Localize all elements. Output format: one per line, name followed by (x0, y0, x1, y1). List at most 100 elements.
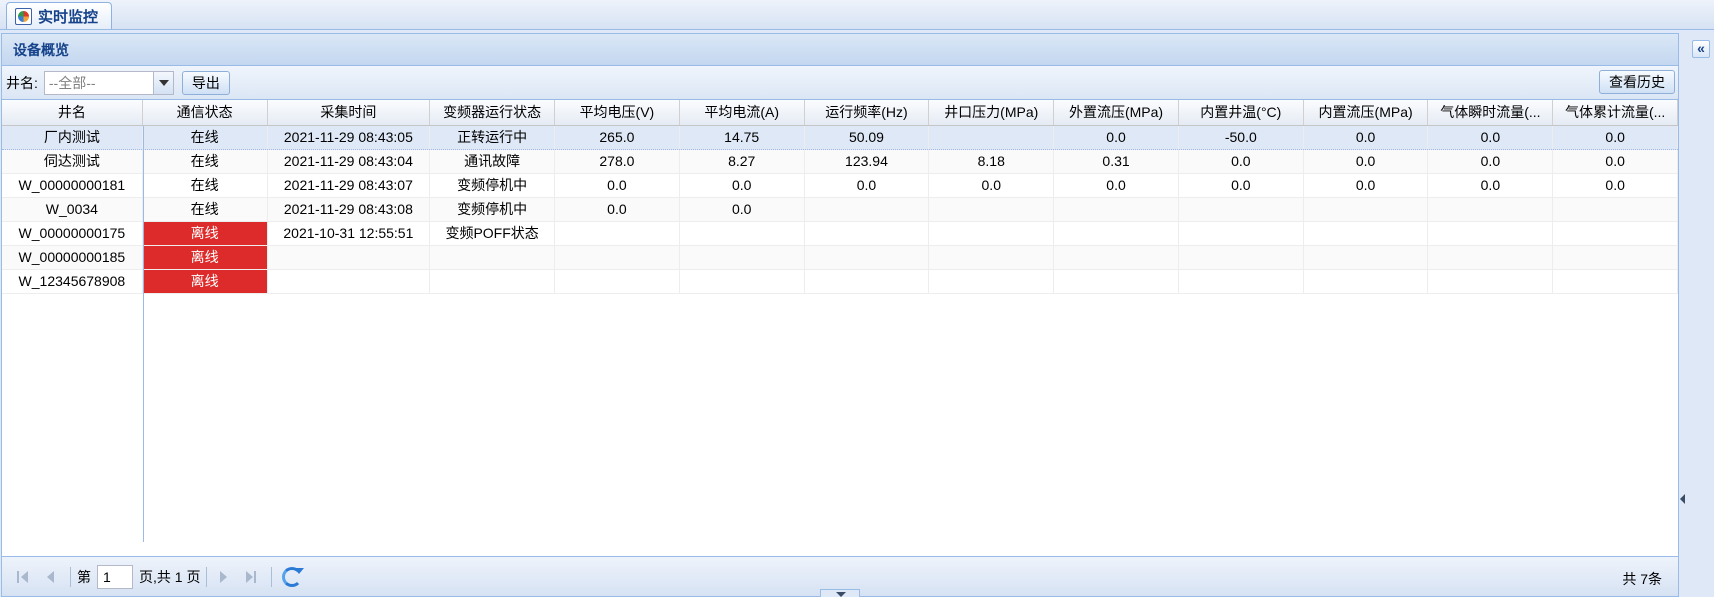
last-page-icon[interactable] (239, 566, 261, 588)
table-cell (1054, 246, 1179, 269)
table-cell: 0.0 (1179, 174, 1304, 197)
table-cell: 0.0 (1428, 126, 1554, 149)
table-cell (1054, 198, 1179, 221)
refresh-icon[interactable] (282, 566, 305, 587)
side-splitter[interactable] (1679, 33, 1685, 597)
table-cell: 0.0 (1179, 150, 1304, 173)
tab-strip: 实时监控 (0, 0, 1714, 30)
table-cell (1428, 198, 1554, 221)
table-cell: 2021-11-29 08:43:04 (268, 150, 431, 173)
bottom-collapse-icon[interactable] (820, 589, 860, 597)
table-row[interactable]: W_00000000175 离线 2021-10-31 12:55:51 变频POFF… (2, 222, 1678, 246)
monitor-icon (15, 7, 32, 25)
prev-page-icon[interactable] (38, 566, 60, 588)
table-cell: 0.0 (1304, 150, 1429, 173)
table-cell (1428, 246, 1554, 269)
table-cell (1428, 270, 1554, 293)
table-cell: 变频停机中 (430, 174, 556, 197)
table-cell (268, 270, 431, 293)
pager-separator (70, 566, 71, 587)
table-cell (1304, 222, 1429, 245)
table-cell: 变频POFF状态 (430, 222, 556, 245)
column-header[interactable]: 井名 (2, 100, 143, 125)
first-page-icon[interactable] (12, 566, 34, 588)
column-header[interactable]: 通信状态 (143, 100, 268, 125)
well-name-combo[interactable]: --全部-- (43, 70, 174, 95)
pager-separator (271, 566, 273, 587)
table-cell: 0.0 (805, 174, 930, 197)
column-header[interactable]: 运行频率(Hz) (805, 100, 930, 125)
well-name-combo-value: --全部-- (48, 74, 96, 91)
table-row[interactable]: W_00000000185 离线 (2, 246, 1678, 270)
table-cell (805, 222, 930, 245)
table-cell: 0.0 (1054, 174, 1179, 197)
table-cell (805, 198, 930, 221)
table-cell: 0.0 (680, 198, 805, 221)
double-chevron-left-icon: « (1697, 40, 1705, 56)
table-cell: 2021-11-29 08:43:07 (268, 174, 431, 197)
table-cell: 278.0 (555, 150, 680, 173)
table-cell (1054, 270, 1179, 293)
table-cell (555, 270, 680, 293)
column-header[interactable]: 气体瞬时流量(... (1428, 100, 1554, 125)
column-header[interactable]: 气体累计流量(... (1553, 100, 1678, 125)
page-prefix: 第 (77, 568, 91, 585)
chevron-down-icon[interactable] (152, 71, 173, 94)
table-cell (1179, 270, 1304, 293)
table-row[interactable]: 厂内测试 在线 2021-11-29 08:43:05 正转运行中 265.0 14.75… (2, 126, 1678, 150)
column-header[interactable]: 变频器运行状态 (430, 100, 556, 125)
table-cell (1304, 246, 1429, 269)
table-cell (929, 222, 1055, 245)
table-cell (929, 126, 1055, 149)
table-cell (929, 270, 1055, 293)
table-cell: 0.0 (555, 198, 680, 221)
column-header[interactable]: 内置井温(°C) (1179, 100, 1304, 125)
table-cell: 123.94 (805, 150, 930, 173)
table-cell (805, 246, 930, 269)
grid-body: 厂内测试 在线 2021-11-29 08:43:05 正转运行中 265.0 14.75… (2, 126, 1678, 294)
table-row[interactable]: W_00000000181 在线 2021-11-29 08:43:07 变频停机中 0… (2, 174, 1678, 198)
table-cell (1179, 198, 1304, 221)
table-cell: 0.0 (1553, 150, 1678, 173)
frozen-column-divider (143, 126, 144, 542)
table-cell (430, 246, 556, 269)
table-cell: 0.0 (1553, 174, 1678, 197)
total-count: 共 7条 (1622, 571, 1662, 587)
table-cell (1054, 222, 1179, 245)
column-header[interactable]: 井口压力(MPa) (929, 100, 1055, 125)
device-overview-panel: 设备概览 井名: --全部-- 导出 查看历史 井名 通信状态 采集时间 变频器运行状… (1, 33, 1679, 597)
table-cell: 0.0 (929, 174, 1055, 197)
next-page-icon[interactable] (213, 566, 235, 588)
table-cell: 8.18 (929, 150, 1055, 173)
collapse-panel-button[interactable]: « (1692, 40, 1710, 58)
table-cell: 8.27 (680, 150, 805, 173)
table-cell (929, 198, 1055, 221)
table-cell: 厂内测试 (2, 126, 143, 149)
export-button[interactable]: 导出 (181, 70, 230, 95)
table-row[interactable]: W_12345678908 离线 (2, 270, 1678, 294)
table-cell: 0.0 (1304, 174, 1429, 197)
status-badge: 在线 (143, 198, 268, 221)
page-number-input[interactable]: 1 (97, 564, 133, 589)
tab-realtime-monitor[interactable]: 实时监控 (6, 2, 112, 29)
table-row[interactable]: 伺达测试 在线 2021-11-29 08:43:04 通讯故障 278.0 8.27 12… (2, 150, 1678, 174)
column-header[interactable]: 采集时间 (268, 100, 431, 125)
splitter-arrow-icon[interactable] (1680, 494, 1685, 504)
column-header[interactable]: 平均电流(A) (680, 100, 805, 125)
table-row[interactable]: W_0034 在线 2021-11-29 08:43:08 变频停机中 0.0 0.0 (2, 198, 1678, 222)
well-name-label: 井名: (6, 74, 38, 91)
view-history-button[interactable]: 查看历史 (1599, 70, 1675, 94)
table-cell: 通讯故障 (430, 150, 556, 173)
table-cell (1553, 222, 1678, 245)
table-cell: 变频停机中 (430, 198, 556, 221)
column-header[interactable]: 平均电压(V) (555, 100, 680, 125)
status-badge: 离线 (142, 270, 268, 293)
table-cell (805, 270, 930, 293)
column-header[interactable]: 内置流压(MPa) (1304, 100, 1429, 125)
column-header[interactable]: 外置流压(MPa) (1054, 100, 1179, 125)
table-cell: W_0034 (2, 198, 143, 221)
page-suffix: 页,共 1 页 (139, 568, 201, 585)
status-badge: 离线 (142, 246, 268, 269)
table-cell: 14.75 (680, 126, 805, 149)
table-cell: 2021-11-29 08:43:05 (268, 126, 431, 149)
